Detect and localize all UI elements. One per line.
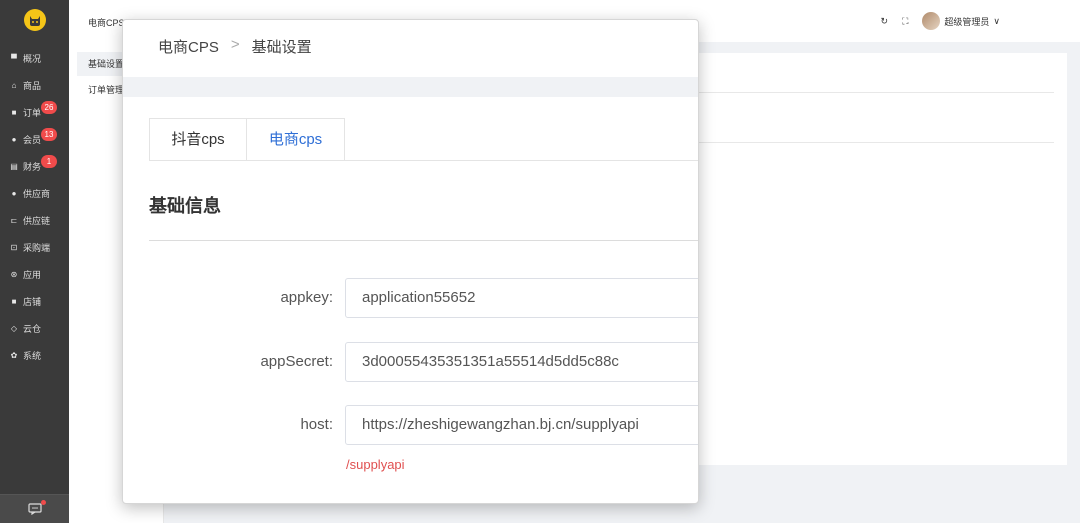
monitor-icon: ▀ [11, 54, 17, 63]
cps-tabs: 抖音cps 电商cps [149, 118, 345, 160]
supplier-icon: ● [11, 189, 17, 198]
form-row-host: host: https://zheshigewangzhan.bj.cn/sup… [123, 405, 698, 445]
member-icon: ● [11, 135, 17, 144]
refresh-icon[interactable]: ↻ [881, 16, 889, 27]
breadcrumb-current: 基础设置 [251, 39, 312, 56]
chevron-down-icon: ∨ [993, 15, 1000, 26]
zoomed-header: 电商CPS > 基础设置 [123, 20, 698, 78]
chat-button[interactable] [0, 494, 69, 523]
form-row-appkey: appkey: application55652 [123, 278, 698, 318]
host-hint-text: /supplyapi [346, 457, 405, 472]
sidebar-item-label: 订单 [23, 108, 42, 118]
sidebar-item-label: 概况 [23, 54, 42, 64]
tab-douyin-cps[interactable]: 抖音cps [149, 118, 247, 160]
user-name: 超级管理员 [944, 16, 990, 27]
sidebar-item-finance[interactable]: ▤ 财务 1 [0, 153, 69, 180]
orders-count-badge: 26 [41, 101, 57, 114]
shop-icon: ⌂ [11, 81, 17, 90]
chat-icon [27, 503, 42, 515]
fullscreen-icon[interactable]: ⛶ [902, 16, 908, 27]
sidebar-item-cloud-warehouse[interactable]: ◇ 云仓 [0, 315, 69, 342]
appkey-label: appkey: [280, 289, 333, 306]
members-count-badge: 13 [41, 128, 57, 141]
supply-chain-icon: ⊏ [10, 216, 18, 225]
sidebar-item-label: 供应链 [23, 216, 51, 226]
sidebar-item-label: 会员 [23, 135, 42, 145]
header-actions: ↻ ⛶ 超级管理员 ∨ [881, 12, 1000, 30]
sidebar-item-goods[interactable]: ⌂ 商品 [0, 72, 69, 99]
sidebar-item-label: 系统 [23, 351, 42, 361]
sidebar-item-label: 供应商 [23, 189, 51, 199]
sidebar-item-purchase[interactable]: ⊡ 采购端 [0, 234, 69, 261]
form-row-appsecret: appSecret: 3d00055435351351a55514d5dd5c8… [123, 342, 698, 382]
finance-icon: ▤ [10, 162, 18, 171]
purchase-icon: ⊡ [10, 243, 18, 252]
appkey-input[interactable]: application55652 [345, 278, 698, 318]
sidebar-item-overview[interactable]: ▀ 概况 [0, 45, 69, 72]
tabs-divider [149, 160, 698, 161]
store-icon: ■ [11, 297, 17, 306]
sidebar-item-supply-chain[interactable]: ⊏ 供应链 [0, 207, 69, 234]
host-label: host: [300, 416, 333, 433]
section-title: 基础信息 [149, 196, 221, 216]
sub-sidebar-title: 电商CPS [88, 18, 125, 28]
breadcrumb-separator-icon: > [230, 36, 240, 53]
cloud-icon: ◇ [10, 324, 18, 333]
gear-icon: ✿ [10, 351, 18, 360]
host-input[interactable]: https://zheshigewangzhan.bj.cn/supplyapi [345, 405, 698, 445]
sidebar-item-label: 商品 [23, 81, 42, 91]
breadcrumb-root[interactable]: 电商CPS [158, 36, 219, 57]
sidebar-item-label: 店铺 [23, 297, 42, 307]
main-sidebar: ▀ 概况 ⌂ 商品 ■ 订单 26 ● 会员 13 ▤ 财务 1 ● 供应商 ⊏… [0, 0, 69, 523]
zoomed-settings-panel: 电商CPS > 基础设置 抖音cps 电商cps 基础信息 appkey: ap… [122, 19, 699, 504]
breadcrumb: 电商CPS > 基础设置 [158, 36, 312, 57]
finance-count-badge: 1 [41, 155, 57, 168]
tab-ecommerce-cps[interactable]: 电商cps [247, 118, 345, 160]
appsecret-input[interactable]: 3d00055435351351a55514d5dd5c88c [345, 342, 698, 382]
user-menu[interactable]: 超级管理员 ∨ [922, 12, 1000, 30]
sidebar-item-store[interactable]: ■ 店铺 [0, 288, 69, 315]
sidebar-item-label: 采购端 [23, 243, 51, 253]
sidebar-nav: ▀ 概况 ⌂ 商品 ■ 订单 26 ● 会员 13 ▤ 财务 1 ● 供应商 ⊏… [0, 45, 69, 369]
sidebar-item-orders[interactable]: ■ 订单 26 [0, 99, 69, 126]
order-icon: ■ [11, 108, 17, 117]
sidebar-item-supplier[interactable]: ● 供应商 [0, 180, 69, 207]
sidebar-item-label: 云仓 [23, 324, 42, 334]
sidebar-item-label: 应用 [23, 270, 42, 280]
sidebar-item-apps[interactable]: ⊛ 应用 [0, 261, 69, 288]
sidebar-item-members[interactable]: ● 会员 13 [0, 126, 69, 153]
section-divider [149, 240, 698, 241]
cat-logo-icon [30, 16, 40, 26]
sidebar-item-label: 财务 [23, 162, 42, 172]
notification-dot [41, 500, 46, 505]
panel-gap [123, 77, 698, 97]
apps-icon: ⊛ [10, 270, 18, 279]
sidebar-item-system[interactable]: ✿ 系统 [0, 342, 69, 369]
app-logo[interactable] [24, 9, 46, 31]
avatar [922, 12, 941, 30]
appsecret-label: appSecret: [260, 353, 333, 370]
